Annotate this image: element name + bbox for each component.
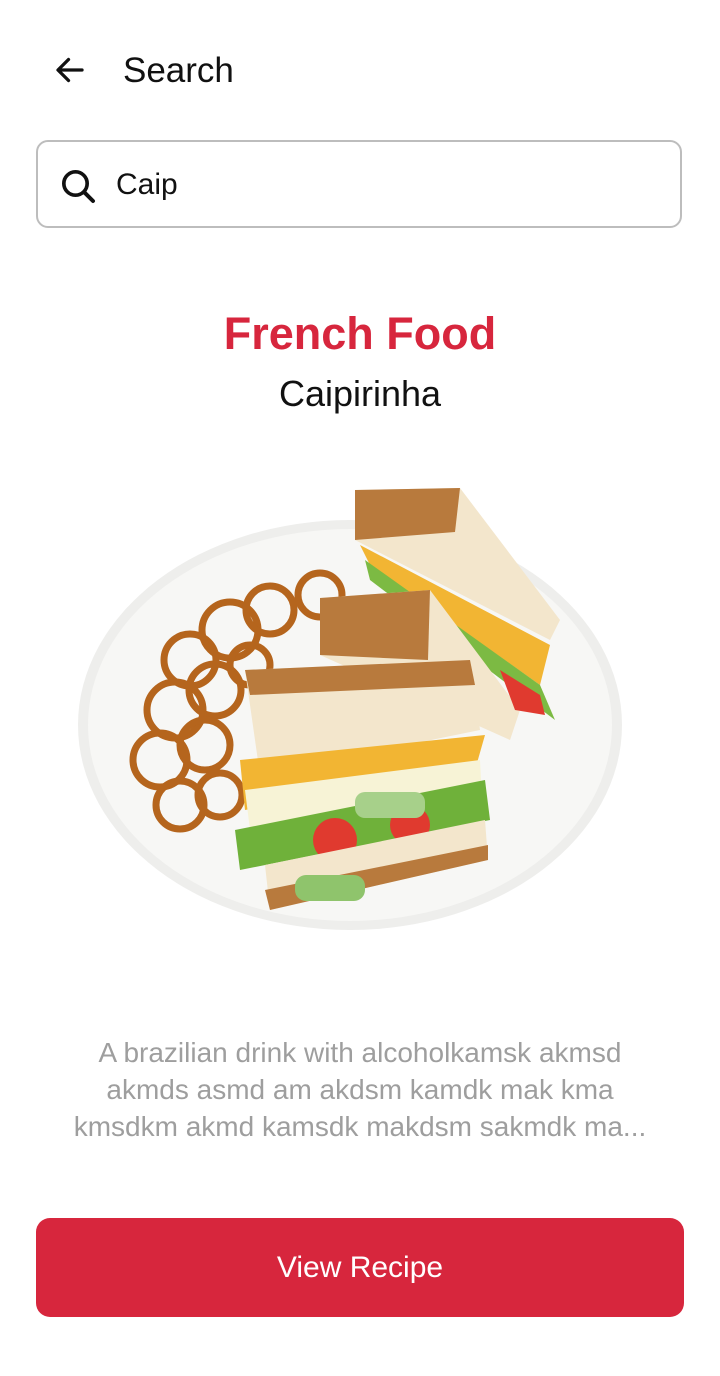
description-line: akmds asmd am akdsm kamdk mak kma — [106, 1074, 614, 1105]
search-input[interactable] — [116, 156, 656, 214]
result-title: Caipirinha — [278, 373, 442, 414]
search-icon — [62, 170, 95, 203]
result-category: French Food — [223, 308, 497, 359]
search-box[interactable] — [36, 140, 682, 228]
description-line: kmsdkm akmd kamsdk makdsm sakmdk ma... — [73, 1111, 647, 1142]
arrow-left-icon — [56, 57, 84, 83]
food-image — [78, 488, 622, 930]
page-title: Search — [123, 51, 234, 90]
description-line: A brazilian drink with alcoholkamsk akms… — [98, 1037, 622, 1068]
app-bar: Search — [0, 0, 720, 140]
view-recipe-button[interactable]: View Recipe — [36, 1218, 684, 1317]
result-description: A brazilian drink with alcoholkamsk akms… — [36, 1034, 684, 1145]
back-button[interactable] — [44, 44, 96, 96]
